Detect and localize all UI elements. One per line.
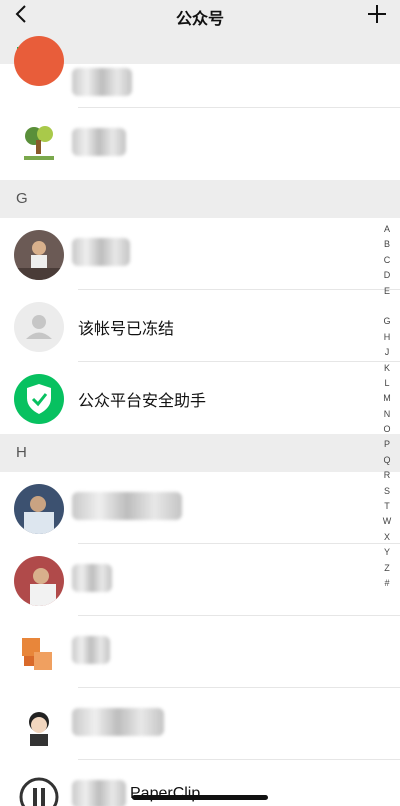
redacted-name [72,708,164,736]
avatar [14,700,64,750]
list-item[interactable]: 公众平台安全助手 [0,362,400,434]
redacted-name [72,492,182,520]
avatar [14,772,64,806]
index-letter-r[interactable]: R [378,468,396,483]
section-letter: G [16,190,28,207]
account-name: 公众平台安全助手 [78,393,207,410]
redacted-name [72,564,112,592]
index-letter-e[interactable]: E [378,284,396,299]
section-letter: H [16,444,27,461]
section-header-h: H [0,434,400,472]
index-letter-m[interactable]: M [378,391,396,406]
list-item[interactable] [0,218,400,290]
redacted-name [72,780,126,806]
index-letter-q[interactable]: Q [378,453,396,468]
list-item[interactable] [0,544,400,616]
index-letter-f[interactable]: F [378,299,396,315]
index-letter-t[interactable]: T [378,499,396,514]
default-person-icon [14,302,64,352]
redacted-name [72,238,130,266]
add-icon[interactable] [366,3,388,25]
index-letter-p[interactable]: P [378,437,396,452]
avatar [14,120,64,170]
index-letter-k[interactable]: K [378,361,396,376]
list-item[interactable] [0,472,400,544]
index-letter-x[interactable]: X [378,530,396,545]
redacted-name [72,128,126,156]
account-name: 该帐号已冻结 [78,321,175,338]
index-letter-b[interactable]: B [378,237,396,252]
index-letter-s[interactable]: S [378,484,396,499]
index-letter-l[interactable]: L [378,376,396,391]
index-letter-g[interactable]: G [378,314,396,329]
navbar: 公众号 [0,0,400,30]
redacted-name [72,68,132,96]
avatar [14,230,64,280]
account-name: PaperClip [130,785,201,802]
index-letter-hash[interactable]: # [378,576,396,591]
index-letter-h[interactable]: H [378,330,396,345]
index-letter-d[interactable]: D [378,268,396,283]
list-item[interactable] [0,36,400,108]
index-letter-c[interactable]: C [378,253,396,268]
page-title: 公众号 [175,11,224,28]
avatar [14,36,64,86]
account-list: G 该帐号已冻结 公众平台安全助手 H PaperClip [0,36,400,806]
index-letter-n[interactable]: N [378,407,396,422]
redacted-name [72,636,110,664]
list-item[interactable]: 该帐号已冻结 [0,290,400,362]
section-header-g: G [0,180,400,218]
index-letter-z[interactable]: Z [378,561,396,576]
index-letter-w[interactable]: W [378,514,396,529]
list-item[interactable] [0,616,400,688]
list-item[interactable] [0,688,400,760]
avatar [14,484,64,534]
list-item[interactable] [0,108,400,180]
index-letter-o[interactable]: O [378,422,396,437]
alphabet-index[interactable]: A B C D E F G H J K L M N O P Q R S T W X Y Z # [378,222,396,591]
index-letter-a[interactable]: A [378,222,396,237]
avatar [14,556,64,606]
index-letter-y[interactable]: Y [378,545,396,560]
shield-check-icon [14,374,64,424]
avatar [14,628,64,678]
index-letter-j[interactable]: J [378,345,396,360]
home-indicator [132,795,268,800]
